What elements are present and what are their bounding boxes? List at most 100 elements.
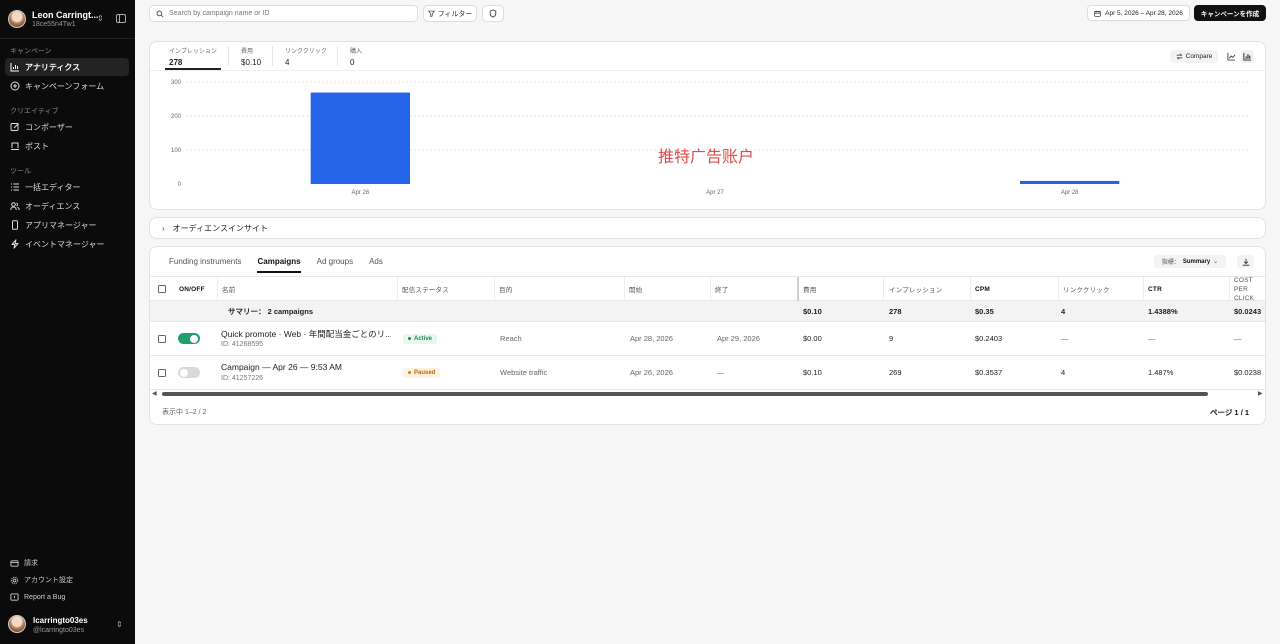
cell-start: Apr 28, 2026 [630,334,673,343]
sidebar-item-report-bug[interactable]: Report a Bug [5,590,129,604]
scroll-left-arrow[interactable]: ◀ [152,390,157,397]
filter-button[interactable]: フィルター [423,5,477,22]
toggle-switch[interactable] [178,367,200,378]
summary-ctr: 1.4388% [1148,306,1178,316]
checkbox[interactable] [158,368,166,377]
header-cpm[interactable]: CPM [975,277,990,301]
bar [1020,180,1120,184]
campaign-name-link[interactable]: Campaign — Apr 26 — 9:53 AM [221,362,391,372]
header-name[interactable]: 名前 [222,277,235,301]
audience-insights-label: オーディエンスインサイト [172,223,268,233]
toggle-knob [190,334,198,343]
checkbox[interactable] [158,334,166,343]
cell-objective: Reach [500,334,522,343]
tab-ad-groups[interactable]: Ad groups [317,257,353,271]
y-tick-label: 300 [171,80,182,86]
cell-spend: $0.00 [803,334,822,343]
metrics-breakdown-select[interactable]: 指標： Summary ⌄ [1154,255,1226,268]
checkbox[interactable] [158,285,166,293]
sidebar-item-composer[interactable]: コンポーザー [5,118,129,136]
scrollbar-thumb[interactable] [162,392,1208,396]
date-range-picker[interactable]: Apr 5, 2026 – Apr 28, 2026 [1087,5,1190,21]
metric-value: 278 [169,58,183,67]
row-checkbox[interactable] [158,356,166,389]
phone-icon [10,220,20,230]
metric-tab-impressions[interactable]: インプレッション 278 [169,46,217,70]
metric-tab-purchases[interactable]: 購入 0 [350,46,362,70]
sidebar: Leon Carringt... 18ce55n4Tw1 ⇕ キャンペーン アナ… [0,0,135,644]
summary-impressions: 278 [889,306,902,316]
compare-button[interactable]: Compare [1170,50,1218,63]
column-divider [1143,277,1144,301]
header-end[interactable]: 終了 [715,277,728,301]
cell-clicks: 4 [1061,368,1066,377]
sidebar-item-app-manager[interactable]: アプリマネージャー [5,216,129,234]
metric-tab-link-clicks[interactable]: リンククリック 4 [285,46,327,70]
header-link-clicks[interactable]: リンククリック [1063,277,1110,301]
table-row[interactable]: Campaign — Apr 26 — 9:53 AM ID: 41257226… [150,356,1265,390]
create-campaign-button[interactable]: キャンペーンを作成 [1194,5,1266,21]
scroll-right-arrow[interactable]: ▶ [1258,390,1263,397]
campaign-name-link[interactable]: Quick promote · Web · 年間配当金ごとのリ... [221,328,391,340]
status-dot [408,337,411,340]
tab-ads[interactable]: Ads [369,257,383,271]
cell-impressions: 269 [889,368,902,377]
column-divider [624,277,625,301]
shield-button[interactable] [482,5,504,22]
header-delivery-status[interactable]: 配信ステータス [402,277,449,301]
sidebar-item-campaign-form[interactable]: キャンペーンフォーム [5,77,129,95]
search-box[interactable] [149,5,418,22]
bar-chart-view-button[interactable] [1241,50,1254,63]
sidebar-item-account-settings[interactable]: アカウント設定 [5,573,129,587]
sidebar-item-bulk-editor[interactable]: 一括エディター [5,178,129,196]
sidebar-section-creative: クリエイティブ [10,108,59,115]
select-all-checkbox[interactable] [158,277,166,301]
toggle-knob [180,368,188,377]
sidebar-item-label: ポスト [25,141,49,151]
sidebar-toggle-icon[interactable] [116,14,126,23]
compare-icon [1176,53,1183,60]
header-start[interactable]: 開始 [629,277,642,301]
sidebar-item-audiences[interactable]: オーディエンス [5,197,129,215]
user-menu[interactable]: lcarringto03es @lcarringto03es ⇕ [8,614,128,636]
summary-spend: $0.10 [803,306,822,316]
sidebar-item-posts[interactable]: ポスト [5,137,129,155]
table-row[interactable]: Quick promote · Web · 年間配当金ごとのリ... ID: 4… [150,322,1265,356]
calendar-icon [1094,10,1101,17]
sidebar-item-event-manager[interactable]: イベントマネージャー [5,235,129,253]
search-input[interactable] [169,10,409,17]
header-spend[interactable]: 費用 [803,277,816,301]
line-chart-view-button[interactable] [1225,50,1238,63]
tab-campaigns[interactable]: Campaigns [257,257,301,273]
metric-tab-spend[interactable]: 費用 $0.10 [241,46,261,70]
row-checkbox[interactable] [158,322,166,355]
header-cost-per-click[interactable]: COST PER CLICK [1234,277,1265,301]
header-objective[interactable]: 目的 [499,277,512,301]
cell-spend: $0.10 [803,368,822,377]
tab-funding-instruments[interactable]: Funding instruments [169,257,241,271]
account-switcher[interactable]: Leon Carringt... 18ce55n4Tw1 ⇕ [8,9,128,29]
column-divider [217,277,218,301]
column-divider [1058,277,1059,301]
analytics-icon [10,62,20,72]
account-avatar [8,10,26,28]
header-ctr[interactable]: CTR [1148,277,1162,301]
entity-tabs: Funding instruments Campaigns Ad groups … [169,257,399,273]
sidebar-item-analytics[interactable]: アナリティクス [5,58,129,76]
sidebar-item-label: Report a Bug [24,593,66,601]
header-onoff[interactable]: ON/OFF [179,277,205,301]
toggle-switch[interactable] [178,333,200,344]
y-tick-label: 200 [171,114,182,120]
sidebar-item-billing[interactable]: 請求 [5,556,129,570]
bolt-icon [10,239,20,249]
horizontal-scrollbar[interactable]: ◀ ▶ [150,390,1265,398]
audience-insights-toggle[interactable]: › オーディエンスインサイト [149,217,1266,239]
date-range-label: Apr 5, 2026 – Apr 28, 2026 [1105,9,1183,17]
campaign-toggle[interactable] [178,322,200,355]
users-icon [10,201,20,211]
download-button[interactable] [1237,255,1254,268]
campaign-toggle[interactable] [178,356,200,389]
download-icon [1242,258,1249,266]
page-indicator: ページ 1 / 1 [1210,408,1250,417]
header-impressions[interactable]: インプレッション [889,277,942,301]
